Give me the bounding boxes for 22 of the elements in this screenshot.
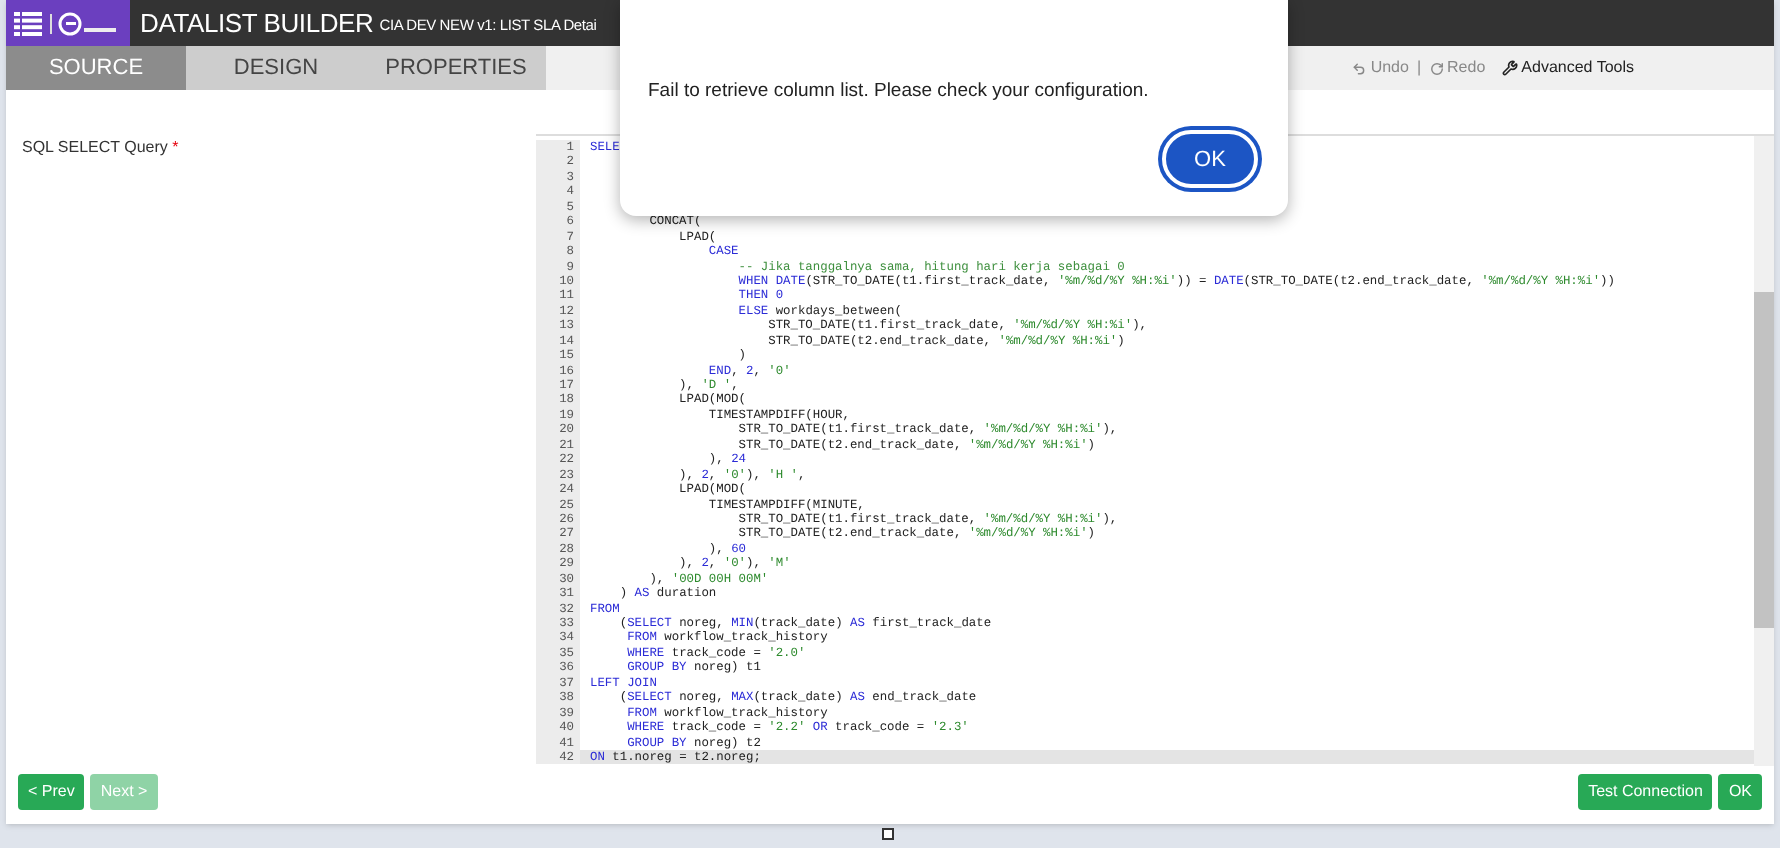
redo-icon: [1429, 61, 1444, 75]
step-tab[interactable]: PROPERTIES: [366, 46, 546, 90]
menu-icon[interactable]: [14, 11, 42, 35]
action-button[interactable]: Test Connection: [1578, 774, 1713, 810]
logo-icon: [50, 9, 118, 37]
undo-icon: [1352, 61, 1367, 75]
ok-button[interactable]: OK: [1162, 130, 1258, 189]
action-button[interactable]: OK: [1718, 774, 1762, 810]
field-label: SQL SELECT Query *: [22, 138, 179, 156]
builder-title: DATALIST BUILDER: [140, 5, 374, 42]
redo-link[interactable]: Redo: [1429, 56, 1486, 80]
undo-link[interactable]: Undo: [1352, 56, 1409, 80]
step-tab[interactable]: SOURCE: [6, 46, 186, 90]
resize-handle[interactable]: [882, 828, 894, 840]
scrollbar[interactable]: [1754, 136, 1774, 766]
wrench-icon: [1501, 60, 1518, 76]
nav-button[interactable]: < Prev: [18, 774, 85, 810]
alert-message: Fail to retrieve column list. Please check your configuration.: [648, 78, 1151, 106]
separator-text: |: [1416, 56, 1422, 80]
code-editor[interactable]: [536, 134, 1774, 766]
step-tab[interactable]: DESIGN: [186, 46, 366, 90]
advanced-tools-link[interactable]: Advanced Tools: [1501, 56, 1634, 80]
